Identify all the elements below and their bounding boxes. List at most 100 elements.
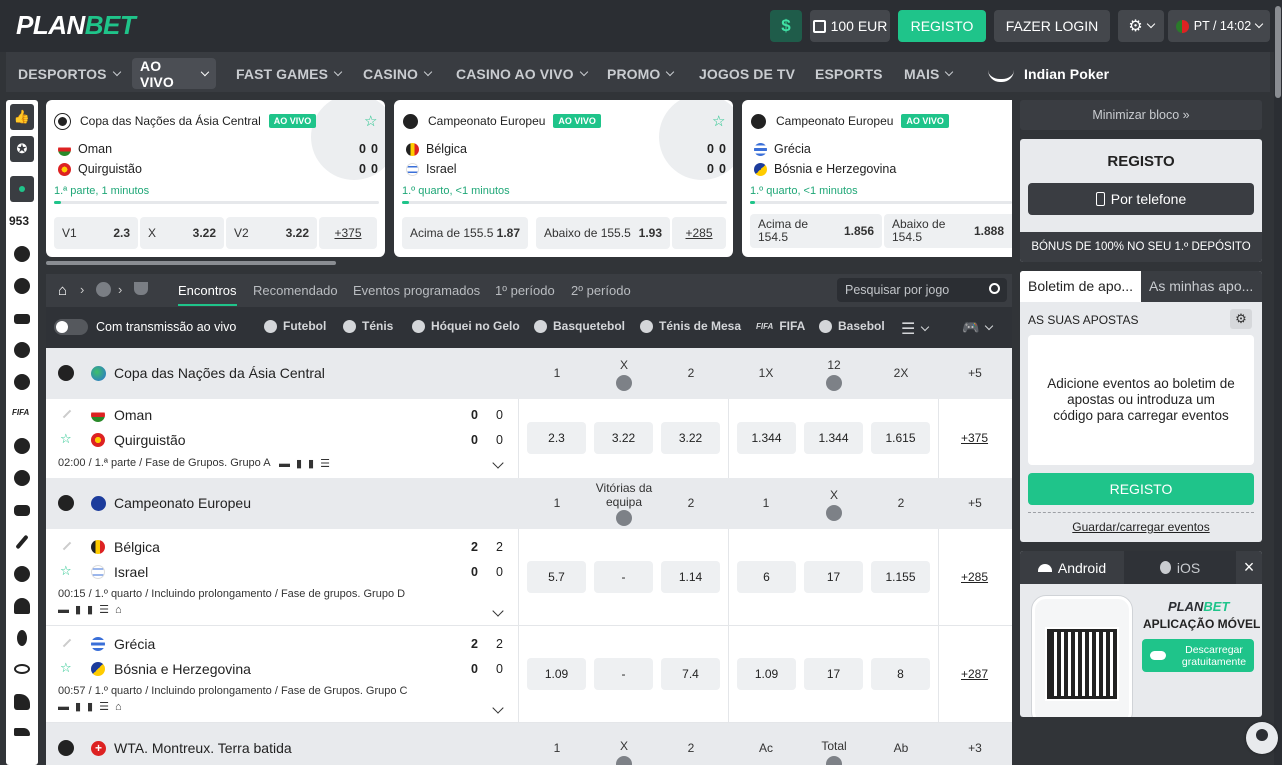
col-header[interactable]: +3 xyxy=(945,741,1005,755)
cricket-icon[interactable] xyxy=(15,534,29,550)
more-markets-link[interactable]: +287 xyxy=(961,667,988,681)
hockey-icon[interactable] xyxy=(14,314,30,324)
filter-basebol[interactable]: Basebol xyxy=(819,319,885,333)
tab-1-periodo[interactable]: 1º período xyxy=(495,283,555,298)
nav-esports[interactable]: ESPORTS xyxy=(807,58,891,89)
bowling-icon[interactable] xyxy=(17,630,27,646)
match-row[interactable]: ☆ Bélgica Israel 2 2 0 0 00:15 / 1.º qua… xyxy=(46,529,1012,626)
register-button[interactable]: REGISTO xyxy=(898,10,986,42)
odd-button[interactable]: 8 xyxy=(871,658,930,690)
tab-bet-slip[interactable]: Boletim de apo... xyxy=(1020,271,1141,302)
favorite-star-icon[interactable]: ☆ xyxy=(60,660,72,676)
odd-button[interactable]: 2.3 xyxy=(527,422,586,454)
odd-button[interactable]: 5.7 xyxy=(527,561,586,593)
support-chat-button[interactable] xyxy=(1246,722,1278,754)
favorite-star-icon[interactable]: ☆ xyxy=(364,112,377,130)
nav-casino-ao-vivo[interactable]: CASINO AO VIVO xyxy=(448,58,595,89)
fifa-icon[interactable]: FIFA xyxy=(12,408,29,417)
live-card-3[interactable]: Campeonato Europeu AO VIVO Grécia Bósnia … xyxy=(742,100,1012,257)
odd-button[interactable]: 1.344 xyxy=(804,422,863,454)
more-markets-link[interactable]: +285 xyxy=(961,570,988,584)
tab-ios[interactable]: iOS xyxy=(1124,551,1236,584)
odd-button[interactable]: Abaixo de 154.5 1.888 xyxy=(884,214,1012,248)
qr-code[interactable] xyxy=(1045,627,1119,701)
favorite-star-icon[interactable]: ☆ xyxy=(60,563,72,579)
nav-indian-poker[interactable]: Indian Poker xyxy=(980,58,1117,89)
nav-ao-vivo[interactable]: AO VIVO xyxy=(132,58,216,90)
odd-button[interactable]: 1.344 xyxy=(737,422,796,454)
tab-recomendado[interactable]: Recomendado xyxy=(253,283,338,298)
football-icon[interactable] xyxy=(14,246,30,262)
badminton-icon[interactable] xyxy=(14,598,30,614)
odd-button[interactable]: 17 xyxy=(804,658,863,690)
odd-button[interactable]: 7.4 xyxy=(661,658,720,690)
odd-button[interactable]: 3.22 xyxy=(661,422,720,454)
scrollbar-thumb[interactable] xyxy=(1275,6,1281,98)
live-card-2[interactable]: Campeonato Europeu AO VIVO ☆ Bélgica 0 0 … xyxy=(394,100,733,257)
greyhound-icon[interactable] xyxy=(14,728,30,736)
baseball-icon[interactable] xyxy=(14,438,30,454)
col-header[interactable]: 12 xyxy=(804,358,864,391)
nav-promo[interactable]: PROMO xyxy=(599,58,681,89)
odd-button[interactable]: 1.14 xyxy=(661,561,720,593)
filter-fifa[interactable]: FIFA FIFA xyxy=(756,319,805,333)
download-app-button[interactable]: Descarregar gratuitamente xyxy=(1142,639,1254,672)
volleyball-icon[interactable] xyxy=(14,470,30,486)
language-time-selector[interactable]: PT / 14:02 xyxy=(1168,10,1270,42)
odd-button[interactable]: Acima de 154.5 1.856 xyxy=(750,214,882,248)
slip-register-button[interactable]: REGISTO xyxy=(1028,473,1254,505)
save-load-events-link[interactable]: Guardar/carregar eventos xyxy=(1020,520,1262,534)
filter-futebol[interactable]: Futebol xyxy=(264,319,326,333)
expand-chevron-icon[interactable] xyxy=(492,702,504,714)
tennis-icon[interactable] xyxy=(14,278,30,294)
chevron-down-icon[interactable] xyxy=(826,375,842,391)
col-header[interactable]: Vitórias da equipa xyxy=(588,481,660,526)
deposit-button[interactable]: $ xyxy=(770,10,802,42)
more-markets-button[interactable]: +285 xyxy=(672,217,726,249)
odd-button[interactable]: 17 xyxy=(804,561,863,593)
odd-button[interactable]: V2 3.22 xyxy=(226,217,317,249)
bonus-button[interactable]: 100 EUR xyxy=(810,10,890,42)
col-header[interactable]: X xyxy=(804,488,864,521)
more-markets-link[interactable]: +375 xyxy=(961,431,988,445)
thumbs-up-icon[interactable]: 👍 xyxy=(10,104,34,130)
favorite-star-icon[interactable]: ☆ xyxy=(60,431,72,447)
minimize-block-button[interactable]: Minimizar bloco » xyxy=(1020,100,1262,130)
col-header[interactable]: X xyxy=(594,739,654,765)
page-scrollbar[interactable] xyxy=(1274,0,1282,765)
esports-menu[interactable]: 🎮 xyxy=(962,319,994,336)
stream-toggle[interactable] xyxy=(54,319,88,335)
odd-button[interactable]: 1.09 xyxy=(527,658,586,690)
odd-button[interactable]: 3.22 xyxy=(594,422,653,454)
filter-hoquei[interactable]: Hóquei no Gelo xyxy=(412,319,520,333)
live-indicator[interactable] xyxy=(10,176,34,202)
nav-jogos-de-tv[interactable]: JOGOS DE TV xyxy=(691,58,803,89)
login-button[interactable]: FAZER LOGIN xyxy=(994,10,1110,42)
live-card-1[interactable]: Copa das Nações da Ásia Central AO VIVO ☆… xyxy=(46,100,385,257)
settings-button[interactable]: ⚙ xyxy=(1118,10,1164,42)
nav-desportos[interactable]: DESPORTOS xyxy=(10,58,128,89)
gear-icon[interactable]: ⚙ xyxy=(1230,309,1252,329)
cycling-icon[interactable] xyxy=(14,664,30,674)
filter-basquetebol[interactable]: Basquetebol xyxy=(534,319,625,333)
bonus-banner[interactable]: BÓNUS DE 100% NO SEU 1.º DEPÓSITO xyxy=(1020,232,1262,262)
col-header[interactable]: Total xyxy=(804,739,864,765)
odd-button[interactable]: Acima de 155.5 1.87 xyxy=(402,217,528,249)
planbet-logo[interactable]: PLANBET xyxy=(16,10,136,41)
tab-android[interactable]: Android xyxy=(1020,551,1124,584)
table-tennis-icon[interactable] xyxy=(14,374,30,390)
register-by-phone-button[interactable]: Por telefone xyxy=(1028,183,1254,215)
tab-encontros[interactable]: Encontros xyxy=(178,283,237,306)
match-row[interactable]: ☆ Grécia Bósnia e Herzegovina 2 2 0 0 00… xyxy=(46,626,1012,723)
trophy-icon[interactable] xyxy=(134,282,148,295)
odd-button[interactable]: X 3.22 xyxy=(140,217,224,249)
search-input[interactable]: Pesquisar por jogo xyxy=(837,278,1007,302)
tab-2-periodo[interactable]: 2º período xyxy=(571,283,631,298)
nav-mais[interactable]: MAIS xyxy=(896,58,960,89)
expand-chevron-icon[interactable] xyxy=(492,457,504,469)
filter-tenis[interactable]: Ténis xyxy=(343,319,393,333)
futsal-icon[interactable] xyxy=(14,566,30,582)
odd-button[interactable]: - xyxy=(594,658,653,690)
medal-icon[interactable]: ✪ xyxy=(10,136,34,162)
tab-my-bets[interactable]: As minhas apo... xyxy=(1141,271,1262,302)
